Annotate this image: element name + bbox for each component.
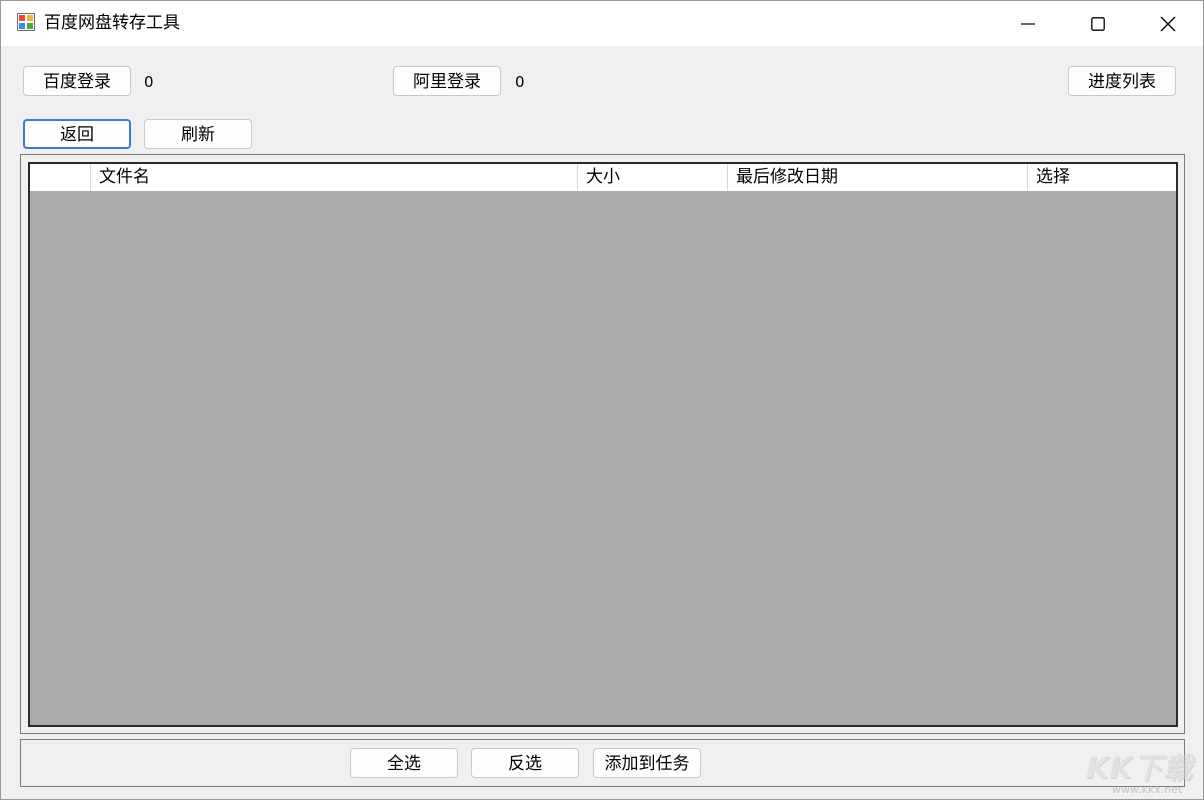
close-button[interactable] — [1145, 1, 1191, 46]
grid-header: 文件名 大小 最后修改日期 选择 — [30, 164, 1176, 191]
title-bar: 百度网盘转存工具 — [1, 1, 1203, 46]
baidu-count: 0 — [144, 73, 154, 91]
minimize-icon — [1021, 22, 1035, 25]
file-grid[interactable]: 文件名 大小 最后修改日期 选择 — [28, 162, 1178, 727]
refresh-button[interactable]: 刷新 — [144, 119, 252, 149]
invert-selection-button[interactable]: 反选 — [471, 748, 579, 778]
window-title: 百度网盘转存工具 — [44, 13, 180, 33]
bottom-action-panel: 全选 反选 添加到任务 — [20, 739, 1185, 787]
maximize-button[interactable] — [1075, 1, 1121, 46]
watermark-brand: KK下载 — [1086, 751, 1193, 785]
watermark-url: www.kkx.net — [1112, 783, 1183, 796]
select-all-button[interactable]: 全选 — [350, 748, 458, 778]
main-window: 百度网盘转存工具 百度登录 0 阿里登录 0 进度列表 返回 刷新 文件名 大小… — [0, 0, 1204, 800]
watermark: KK下载 www.kkx.net — [1086, 745, 1201, 797]
column-header-size[interactable]: 大小 — [578, 164, 728, 191]
maximize-icon — [1091, 16, 1105, 31]
app-window-icon — [17, 13, 35, 31]
minimize-button[interactable] — [1005, 1, 1051, 46]
back-button[interactable]: 返回 — [23, 119, 131, 149]
close-icon — [1160, 16, 1176, 31]
column-header-modified-date[interactable]: 最后修改日期 — [728, 164, 1028, 191]
row-header-column[interactable] — [30, 164, 91, 191]
column-header-filename[interactable]: 文件名 — [91, 164, 578, 191]
baidu-login-button[interactable]: 百度登录 — [23, 66, 131, 96]
progress-list-button[interactable]: 进度列表 — [1068, 66, 1176, 96]
ali-login-button[interactable]: 阿里登录 — [393, 66, 501, 96]
ali-count: 0 — [515, 73, 525, 91]
column-header-select[interactable]: 选择 — [1028, 164, 1176, 191]
add-to-task-button[interactable]: 添加到任务 — [593, 748, 701, 778]
file-list-panel: 文件名 大小 最后修改日期 选择 — [20, 154, 1185, 734]
